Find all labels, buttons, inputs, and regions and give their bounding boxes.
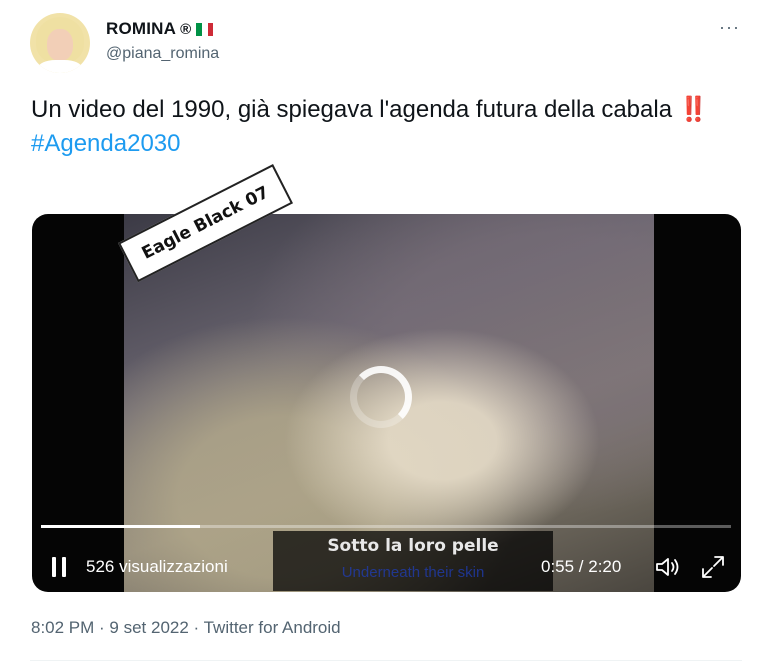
- more-options-button[interactable]: ···: [719, 17, 740, 38]
- fullscreen-icon: [702, 556, 724, 578]
- tweet-text: Un video del 1990, già spiegava l'agenda…: [31, 93, 731, 161]
- tweet-timestamp[interactable]: 8:02 PM · 9 set 2022 · Twitter for Andro…: [31, 618, 341, 638]
- pause-button[interactable]: [48, 555, 70, 579]
- avatar-shirt: [38, 60, 82, 73]
- author-handle[interactable]: @piana_romina: [106, 45, 219, 63]
- double-exclamation-emoji: ‼️: [678, 96, 709, 123]
- avatar[interactable]: [30, 13, 90, 73]
- tweet-card: ROMINA ® @piana_romina ··· Un video del …: [0, 0, 768, 669]
- author-name-row[interactable]: ROMINA ®: [106, 19, 214, 39]
- video-progress-bar[interactable]: [41, 525, 731, 528]
- display-name[interactable]: ROMINA: [106, 19, 176, 39]
- flag-stripe-red: [207, 22, 214, 36]
- avatar-face: [47, 29, 73, 61]
- video-progress-fill: [41, 525, 200, 528]
- video-time: 0:55 / 2:20: [541, 557, 622, 576]
- pause-bar-left: [52, 557, 56, 577]
- registered-mark: ®: [180, 20, 192, 38]
- view-count: 526 visualizzazioni: [86, 557, 228, 576]
- divider: [30, 660, 742, 661]
- hashtag-link[interactable]: #Agenda2030: [31, 130, 180, 157]
- pause-bar-right: [62, 557, 66, 577]
- pause-icon: [52, 557, 66, 577]
- volume-button[interactable]: [654, 555, 682, 579]
- loading-spinner-icon: [350, 366, 412, 428]
- volume-icon: [656, 558, 679, 576]
- fullscreen-button[interactable]: [700, 554, 726, 580]
- italy-flag-icon: [196, 22, 214, 36]
- tweet-body: Un video del 1990, già spiegava l'agenda…: [31, 96, 673, 123]
- subtitle-sub: Underneath their skin: [341, 564, 485, 581]
- subtitle-main: Sotto la loro pelle: [327, 536, 499, 556]
